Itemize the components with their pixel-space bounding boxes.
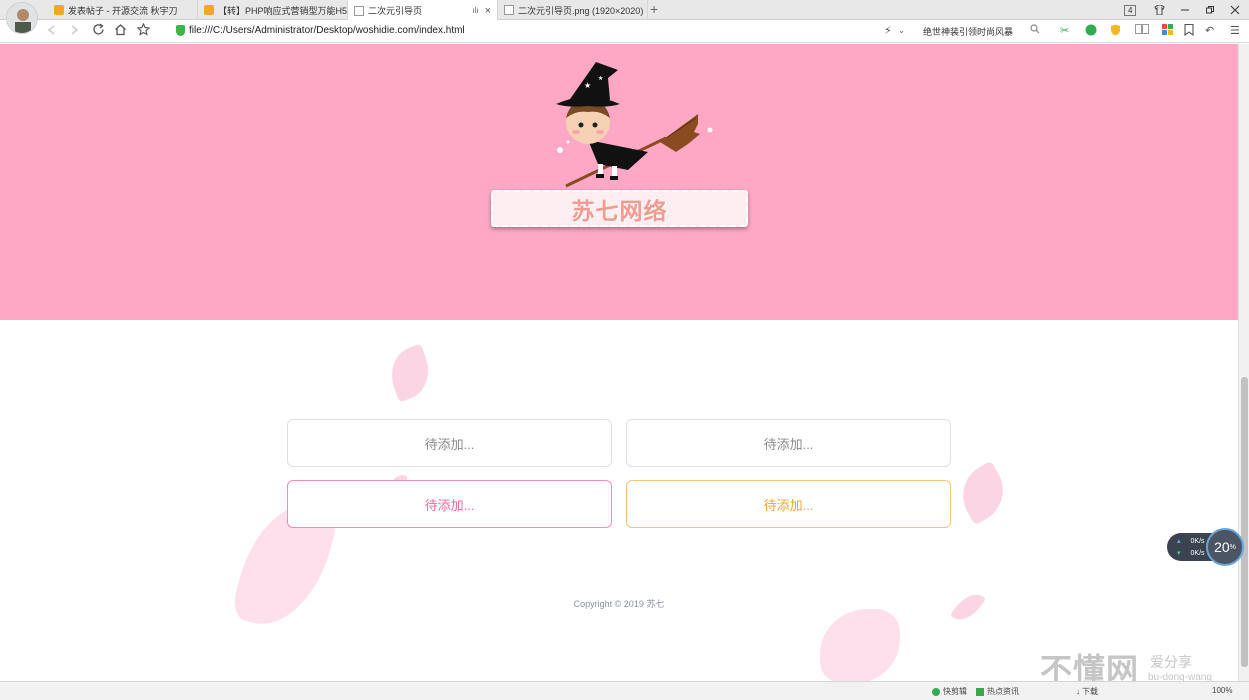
- search-input[interactable]: 绝世神装引领时尚风暴: [923, 25, 1013, 38]
- quick-clip-button[interactable]: 快剪辑: [932, 686, 967, 697]
- percent-value: 20: [1214, 539, 1230, 555]
- watermark-slogan: 爱分享: [1150, 654, 1192, 670]
- petal-decoration: [382, 343, 438, 403]
- news-icon: [976, 687, 984, 696]
- page-favicon-icon: [354, 5, 364, 16]
- brand-name: 苏七网络: [571, 197, 668, 224]
- orange-favicon-icon: [54, 5, 64, 15]
- page-favicon-icon: [504, 5, 514, 15]
- back-arrow-icon[interactable]: [46, 23, 58, 39]
- undo-icon[interactable]: ↶: [1205, 24, 1214, 37]
- orange-favicon-icon: [204, 5, 214, 15]
- address-toolbar: file:///C:/Users/Administrator/Desktop/w…: [0, 20, 1249, 43]
- new-tab-button[interactable]: +: [650, 1, 658, 17]
- restore-icon[interactable]: [1205, 0, 1215, 20]
- window-count-badge[interactable]: 4: [1124, 0, 1137, 20]
- download-speed: 0K/s: [1190, 550, 1205, 557]
- shield-yellow-icon[interactable]: [1110, 24, 1121, 39]
- petal-decoration: [951, 460, 1015, 526]
- audio-icon[interactable]: ılı: [472, 6, 478, 15]
- home-icon[interactable]: [114, 23, 127, 39]
- secure-shield-icon: [176, 25, 185, 36]
- bookmark-star-icon[interactable]: [136, 22, 151, 39]
- hot-news-button[interactable]: 热点资讯: [976, 686, 1019, 697]
- tab-label: 二次元引导页.png (1920×2020): [518, 5, 644, 16]
- scissors-icon[interactable]: ✂: [1060, 24, 1069, 37]
- tab-label: 二次元引导页: [368, 6, 423, 16]
- petal-decoration: [820, 609, 900, 681]
- scrollbar-thumb[interactable]: [1241, 377, 1248, 667]
- search-icon[interactable]: [1030, 24, 1040, 37]
- close-tab-icon[interactable]: ×: [485, 5, 491, 17]
- upload-arrow-icon: ▴: [1177, 538, 1181, 545]
- tab-label: 发表帖子 - 开源交流 秋宇刀: [68, 5, 178, 16]
- memory-percent-ring[interactable]: 20%: [1206, 528, 1244, 566]
- tab-forum-post[interactable]: 发表帖子 - 开源交流 秋宇刀: [48, 0, 198, 20]
- forward-arrow-icon[interactable]: [68, 23, 80, 39]
- reload-icon[interactable]: [92, 23, 105, 39]
- web-page: ★ ★ 苏七网络 待添加... 待添加... 待添加... 待添加... Cop…: [0, 44, 1238, 681]
- witch-on-broom-icon: ★ ★: [556, 62, 713, 188]
- download-icon: ↓: [1076, 687, 1080, 696]
- upload-speed: 0K/s: [1190, 538, 1205, 545]
- copyright-text: Copyright © 2019 苏七: [573, 599, 665, 609]
- apps-grid-icon[interactable]: [1162, 24, 1173, 38]
- clip-icon: [932, 687, 940, 696]
- shirt-icon[interactable]: [1154, 0, 1165, 20]
- tab-guide-png[interactable]: 二次元引导页.png (1920×2020): [498, 0, 648, 20]
- status-bar: 快剪辑 热点资讯 ↓ 下载 100%: [0, 681, 1249, 700]
- svg-text:★: ★: [584, 81, 591, 90]
- green-circle-icon[interactable]: [1085, 24, 1097, 39]
- tab-guide-page[interactable]: 二次元引导页 ılı ×: [348, 0, 498, 21]
- close-window-icon[interactable]: [1230, 0, 1240, 20]
- zoom-level[interactable]: 100%: [1212, 686, 1232, 695]
- tab-strip: 发表帖子 - 开源交流 秋宇刀 【转】PHP响应式营销型万能H5 二次元引导页 …: [0, 0, 1249, 34]
- minimize-icon[interactable]: [1180, 0, 1190, 20]
- bookmarks-icon[interactable]: [1184, 23, 1194, 39]
- link-card[interactable]: 待添加...: [626, 419, 951, 467]
- download-button[interactable]: ↓ 下载: [1076, 686, 1098, 697]
- brand-logo-plate[interactable]: 苏七网络: [491, 190, 748, 227]
- link-card[interactable]: 待添加...: [287, 419, 612, 467]
- tab-label: 【转】PHP响应式营销型万能H5: [218, 5, 348, 16]
- address-bar[interactable]: file:///C:/Users/Administrator/Desktop/w…: [189, 25, 465, 36]
- svg-text:★: ★: [598, 75, 603, 82]
- link-card[interactable]: 待添加...: [626, 480, 951, 528]
- vertical-scrollbar[interactable]: [1238, 44, 1249, 681]
- download-arrow-icon: ▾: [1177, 550, 1181, 557]
- hero-banner: ★ ★ 苏七网络: [0, 44, 1238, 320]
- user-avatar[interactable]: [6, 2, 38, 34]
- tab-php-template[interactable]: 【转】PHP响应式营销型万能H5: [198, 0, 348, 20]
- link-card[interactable]: 待添加...: [287, 480, 612, 528]
- percent-unit: %: [1229, 543, 1236, 551]
- chevron-down-icon[interactable]: ⌄: [898, 26, 905, 35]
- reader-icon[interactable]: [1135, 24, 1149, 37]
- menu-icon[interactable]: ☰: [1230, 24, 1240, 37]
- lightning-icon[interactable]: ⚡: [884, 24, 892, 37]
